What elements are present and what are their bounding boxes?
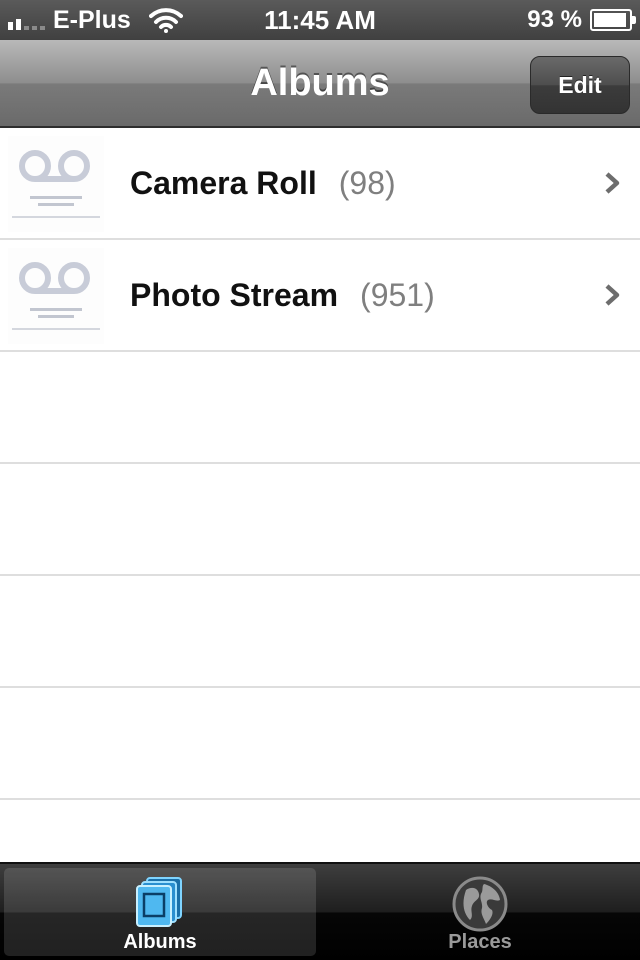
battery-percent: 93 %: [527, 6, 582, 33]
album-name: Photo Stream: [130, 277, 339, 313]
album-list: Camera Roll (98) Photo Stream (951): [0, 128, 640, 912]
empty-row: [0, 576, 640, 688]
voicemail-placeholder-icon: [12, 262, 100, 330]
edit-button[interactable]: Edit: [530, 56, 630, 114]
album-title: Camera Roll (98): [130, 128, 396, 238]
chevron-right-icon: [605, 284, 620, 306]
album-thumbnail: [8, 248, 104, 344]
tab-albums[interactable]: Albums: [4, 868, 316, 956]
tab-bar: Albums Places: [0, 862, 640, 960]
albums-icon: [136, 877, 182, 927]
status-bar: E-Plus 11:45 AM 93 %: [0, 0, 640, 40]
empty-row: [0, 464, 640, 576]
battery-icon: [590, 9, 636, 31]
chevron-right-icon: [605, 172, 620, 194]
navigation-bar: Albums Edit: [0, 40, 640, 128]
album-count: (98): [338, 165, 396, 201]
album-row-photo-stream[interactable]: Photo Stream (951): [0, 240, 640, 352]
globe-icon: [452, 876, 508, 932]
voicemail-placeholder-icon: [12, 150, 100, 218]
album-row-camera-roll[interactable]: Camera Roll (98): [0, 128, 640, 240]
tab-label: Albums: [123, 931, 197, 953]
tab-places[interactable]: Places: [324, 868, 636, 956]
album-title: Photo Stream (951): [130, 240, 435, 350]
album-thumbnail: [8, 136, 104, 232]
empty-row: [0, 352, 640, 464]
album-count: (951): [360, 277, 435, 313]
tab-label: Places: [448, 931, 512, 953]
album-name: Camera Roll: [130, 165, 317, 201]
empty-row: [0, 688, 640, 800]
